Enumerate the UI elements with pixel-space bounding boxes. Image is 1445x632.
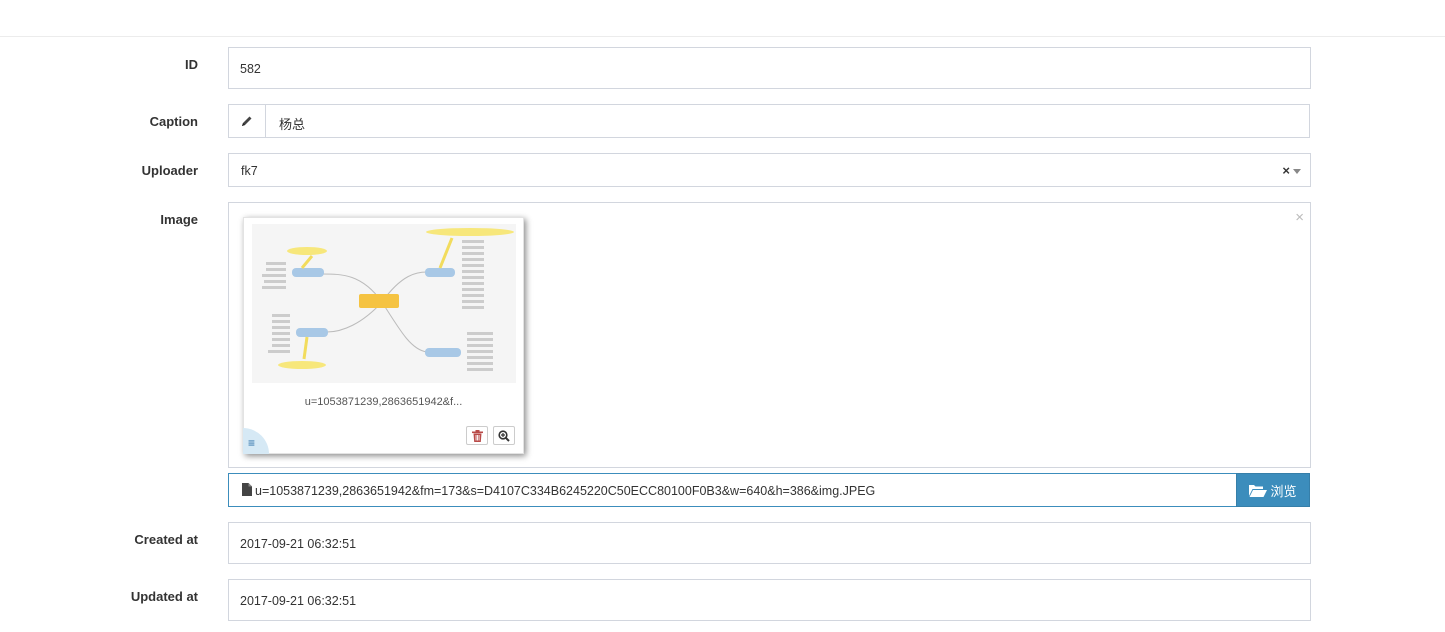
trash-icon: [471, 429, 483, 442]
caption-field[interactable]: 杨总: [228, 104, 1310, 138]
image-label: Image: [160, 212, 198, 227]
file-caption-text: u=1053871239,2863651942&fm=173&s=D4107C3…: [255, 484, 876, 498]
delete-image-button[interactable]: [466, 426, 488, 445]
top-bar: [0, 0, 1445, 37]
created-at-field[interactable]: 2017-09-21 06:32:51: [228, 522, 1311, 564]
close-preview-icon[interactable]: ×: [1295, 209, 1304, 226]
mind-map-thumbnail-image: [252, 224, 516, 383]
pencil-icon: [242, 116, 252, 126]
uploader-value: fk7: [241, 164, 258, 178]
chevron-down-icon[interactable]: [1293, 169, 1301, 174]
browse-button[interactable]: 浏览: [1236, 473, 1310, 507]
zoom-image-button[interactable]: [493, 426, 515, 445]
caption-label: Caption: [149, 114, 198, 129]
updated-at-label: Updated at: [130, 589, 198, 604]
created-at-value: 2017-09-21 06:32:51: [240, 537, 357, 551]
caption-addon: [229, 105, 266, 137]
caption-value: 杨总: [279, 117, 306, 132]
folder-open-icon: [1249, 484, 1268, 497]
updated-at-row: Updated at 2017-09-21 06:32:51: [0, 579, 1445, 621]
caption-row: Caption 杨总: [0, 104, 1445, 138]
file-caption-field[interactable]: u=1053871239,2863651942&fm=173&s=D4107C3…: [228, 473, 1237, 507]
id-field[interactable]: 582: [228, 47, 1311, 89]
uploader-row: Uploader fk7 ×: [0, 153, 1445, 187]
id-label: ID: [185, 57, 198, 72]
thumbnail-filename: u=1053871239,2863651942&f...: [304, 396, 463, 408]
drag-handle-icon[interactable]: ≡: [243, 428, 269, 454]
file-icon: [242, 483, 252, 496]
uploader-label: Uploader: [141, 163, 198, 178]
image-thumbnail-frame: u=1053871239,2863651942&f... ≡: [243, 217, 524, 454]
updated-at-field[interactable]: 2017-09-21 06:32:51: [228, 579, 1311, 621]
id-row: ID 582: [0, 47, 1445, 89]
uploader-select[interactable]: fk7 ×: [228, 153, 1311, 187]
image-row: Image × u=1053871239,2863651942&f... ≡ u…: [0, 202, 1445, 508]
created-at-row: Created at 2017-09-21 06:32:51: [0, 522, 1445, 564]
created-at-label: Created at: [134, 532, 198, 547]
clear-selection-icon[interactable]: ×: [1282, 163, 1290, 178]
zoom-in-icon: [498, 429, 510, 442]
updated-at-value: 2017-09-21 06:32:51: [240, 594, 357, 608]
browse-label: 浏览: [1270, 483, 1297, 499]
id-value: 582: [240, 62, 261, 76]
image-preview-panel: × u=1053871239,2863651942&f... ≡: [228, 202, 1311, 468]
